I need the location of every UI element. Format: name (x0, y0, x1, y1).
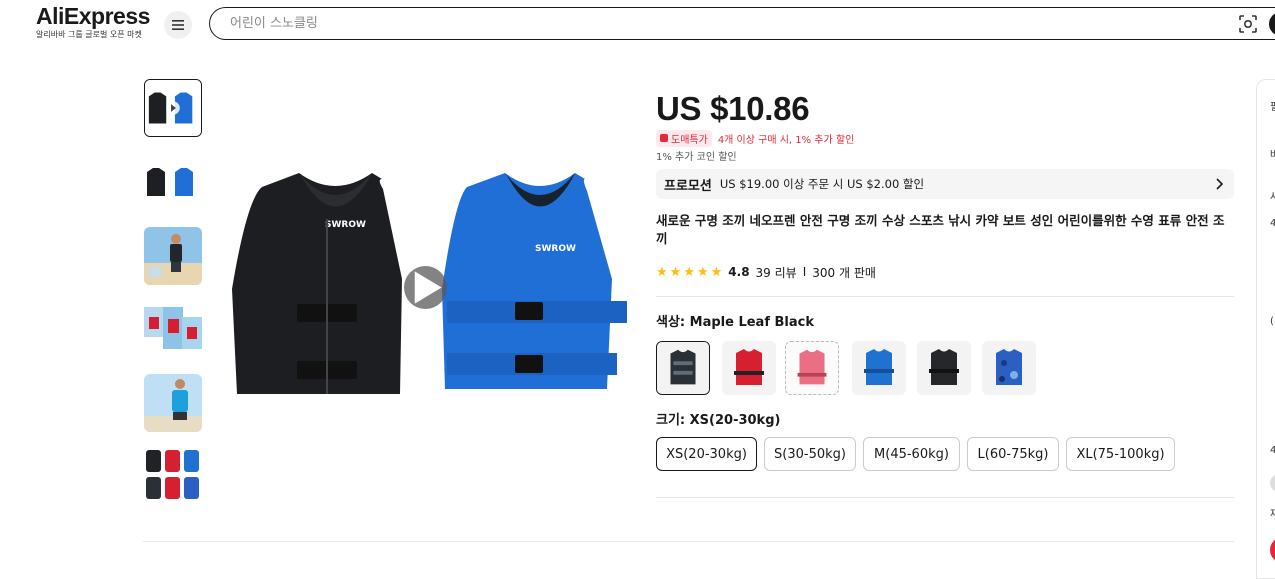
star-icon: ★ (710, 264, 723, 280)
thumbnail-5[interactable] (144, 374, 202, 432)
menu-button[interactable] (164, 11, 192, 39)
rating-stars: ★ ★ ★ ★ ★ (656, 266, 722, 279)
color-label: 색상: Maple Leaf Black (656, 315, 815, 330)
coin-discount-text: 1% 추가 코인 할인 (656, 152, 737, 163)
color-swatch-black[interactable] (917, 341, 971, 395)
star-icon: ★ (683, 264, 695, 280)
product-title: 새로운 구명 조끼 네오프렌 안전 구명 조끼 수상 스포츠 낚시 카약 보트 … (656, 213, 1225, 246)
wholesale-badge: 도매특가 (656, 129, 712, 147)
color-swatch-blue-camo[interactable] (982, 341, 1036, 395)
wholesale-text: 4개 이상 구매 시, 1% 추가 할인 (717, 134, 855, 146)
play-icon (414, 271, 442, 304)
thumbnail-2[interactable] (144, 153, 202, 211)
vest-swatch-image (917, 341, 971, 395)
thumbnail-1[interactable] (144, 79, 202, 137)
vests-thumbnail-image (144, 153, 202, 211)
tag-icon (660, 134, 668, 142)
divider (656, 296, 1234, 297)
color-swatch-pink[interactable] (785, 341, 839, 395)
search-button[interactable] (1269, 12, 1275, 36)
brand-tagline: 알리바바 그룹 글로벌 오픈 마켓 (36, 30, 142, 39)
promotion-label: 프로모션 (664, 178, 712, 194)
sold-count: 300 개 판매 (812, 265, 876, 280)
section-divider (143, 541, 1234, 542)
size-label: 크기: XS(20-30kg) (656, 413, 781, 428)
main-product-image[interactable]: SWROW SWROW (217, 79, 634, 496)
product-price: US $10.86 (656, 90, 810, 127)
size-option-xs[interactable]: XS(20-30kg) (656, 437, 757, 471)
site-header: AliExpress 알리바바 그룹 글로벌 오픈 마켓 (0, 0, 1275, 48)
panel-partial-text: 4 (1270, 445, 1275, 456)
panel-partial-text: 사 (1270, 192, 1275, 203)
panel-partial-text: 4 (1270, 218, 1275, 229)
review-count-link[interactable]: 39 리뷰 (756, 264, 797, 281)
wholesale-promo: 도매특가 4개 이상 구매 시, 1% 추가 할인 (656, 129, 855, 147)
star-icon: ★ (656, 264, 668, 280)
divider (656, 497, 1234, 498)
brand-name: AliExpress (36, 3, 150, 29)
search-input[interactable] (230, 14, 1130, 32)
promotion-bar[interactable]: 프로모션 US $19.00 이상 주문 시 US $2.00 할인 (656, 169, 1234, 199)
man-blue-vest-thumbnail-image (144, 374, 202, 432)
vest-swatch-image (657, 342, 709, 394)
color-swatch-blue[interactable] (852, 341, 906, 395)
camera-scan-icon (1239, 15, 1257, 33)
size-option-xl[interactable]: XL(75-100kg) (1066, 437, 1175, 471)
panel-partial-text: ( (1270, 316, 1274, 327)
size-option-s[interactable]: S(30-50kg) (764, 437, 856, 471)
vest-swatch-image (982, 341, 1036, 395)
hamburger-icon (172, 20, 184, 30)
play-video-button[interactable] (404, 266, 447, 309)
aliexpress-logo[interactable]: AliExpress 알리바바 그룹 글로벌 오픈 마켓 (36, 3, 150, 40)
panel-partial-text: 재 (1270, 509, 1275, 520)
vest-swatch-image (786, 342, 838, 394)
vest-swatch-image (722, 341, 776, 395)
vests-video-thumbnail-image (145, 80, 201, 136)
chevron-right-icon (1216, 178, 1224, 190)
panel-partial-text: 필 (1270, 102, 1275, 113)
star-icon: ★ (669, 264, 682, 280)
wholesale-badge-text: 도매특가 (671, 134, 708, 146)
rating-value: 4.8 (728, 265, 750, 279)
color-swatch-maple-leaf-black[interactable] (656, 341, 710, 395)
color-swatch-red[interactable] (722, 341, 776, 395)
size-option-m[interactable]: M(45-60kg) (863, 437, 960, 471)
size-option-l[interactable]: L(60-75kg) (967, 437, 1059, 471)
image-search-button[interactable] (1238, 14, 1258, 34)
color-variants-thumbnail-image (144, 447, 202, 505)
thumbnail-4[interactable] (144, 301, 202, 359)
blue-vest-brand-text: SWROW (535, 244, 576, 254)
black-vest-brand-text: SWROW (325, 220, 366, 230)
women-red-vests-thumbnail-image (144, 301, 202, 359)
panel-partial-text: 바 (1270, 150, 1275, 161)
promotion-text: US $19.00 이상 주문 시 US $2.00 할인 (719, 177, 925, 191)
rating-row: ★ ★ ★ ★ ★ 4.8 39 리뷰 I 300 개 판매 (656, 264, 876, 280)
vest-swatch-image (852, 341, 906, 395)
thumbnail-3[interactable] (144, 227, 202, 285)
separator: I (802, 265, 807, 279)
thumbnail-6[interactable] (144, 447, 202, 505)
man-beach-thumbnail-image (144, 227, 202, 285)
star-icon: ★ (696, 264, 709, 280)
search-bar (209, 7, 1275, 40)
